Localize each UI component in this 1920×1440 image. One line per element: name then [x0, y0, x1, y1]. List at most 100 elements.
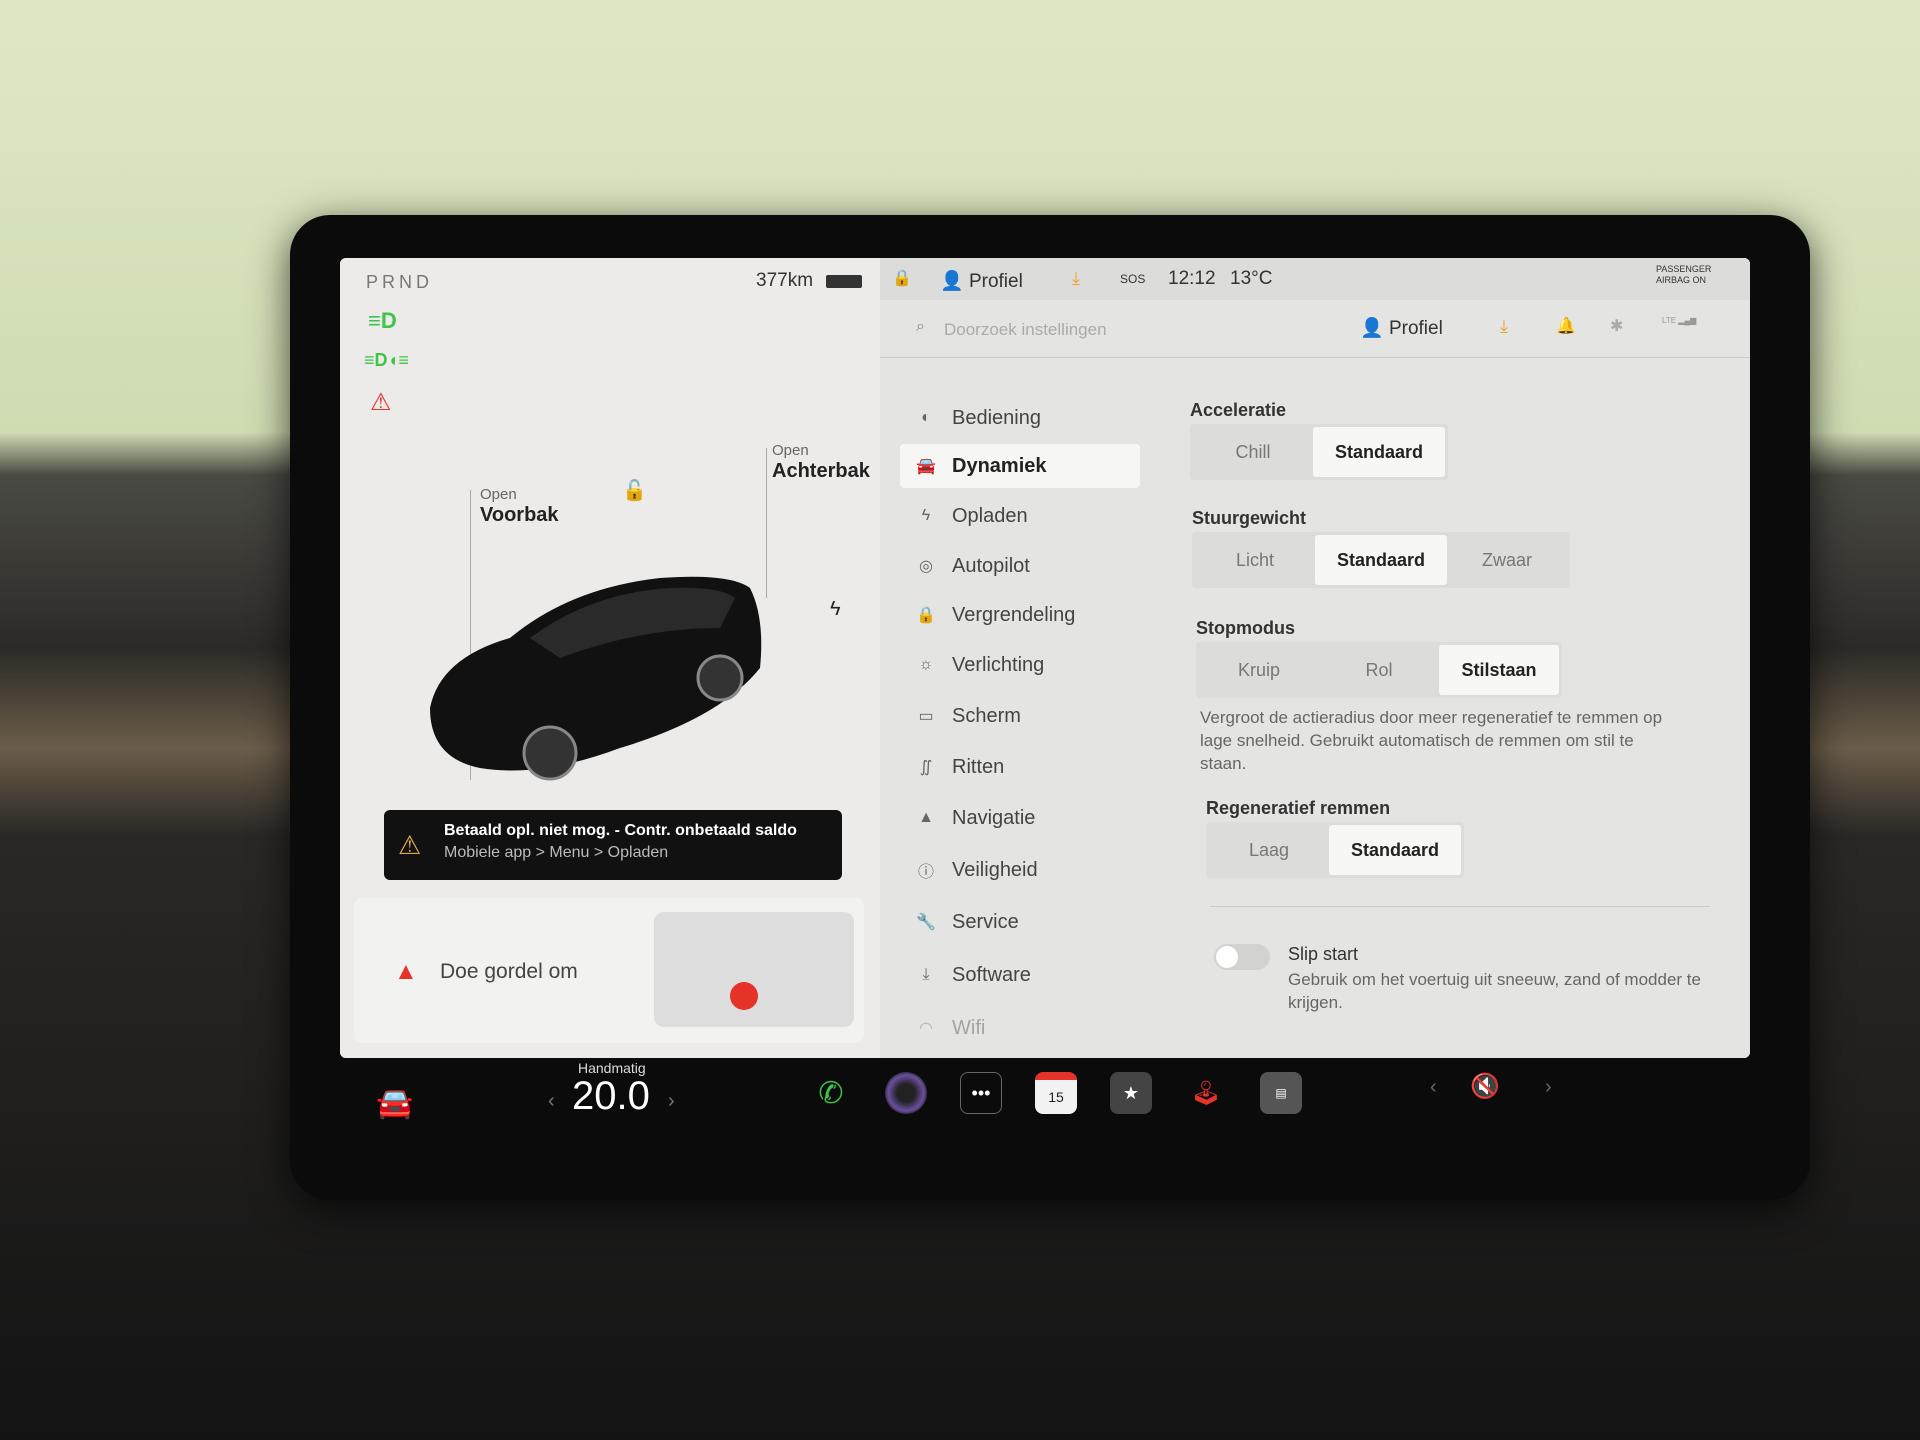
bell-icon[interactable]: 🔔: [1556, 316, 1576, 336]
sidebar-item-ritten[interactable]: ∬ Ritten: [900, 745, 1140, 789]
sidebar-item-navigatie[interactable]: ▲ Navigatie: [900, 796, 1140, 840]
more-apps-icon[interactable]: •••: [960, 1072, 1002, 1114]
sidebar-label: Dynamiek: [952, 454, 1047, 477]
settings-header: ⌕ Doorzoek instellingen 👤 Profiel ⤓ 🔔 ✱ …: [880, 300, 1750, 358]
sidebar-item-veiligheid[interactable]: ⓘ Veiligheid: [900, 848, 1140, 892]
sidebar-item-software[interactable]: ⤓ Software: [900, 953, 1140, 997]
airbag-line-1: PASSENGER: [1656, 264, 1712, 274]
slip-start-description: Gebruik om het voertuig uit sneeuw, zand…: [1288, 970, 1701, 1012]
volume-prev-button[interactable]: ‹: [1430, 1076, 1437, 1099]
header-profile-label: Profiel: [1388, 318, 1443, 339]
cabin-temperature[interactable]: 20.0: [572, 1074, 650, 1119]
sun-icon: ☼: [918, 656, 934, 673]
safety-icon: ⓘ: [917, 864, 934, 881]
toybox-icon[interactable]: ★: [1110, 1072, 1152, 1114]
gear-indicator: PRND: [366, 272, 434, 292]
slip-start-label: Slip start: [1288, 944, 1359, 964]
regen-option-standaard[interactable]: Standaard: [1329, 825, 1462, 875]
trunk-button[interactable]: Achterbak: [772, 460, 870, 483]
steering-title: Stuurgewicht: [1192, 508, 1307, 528]
trips-icon: ∬: [919, 759, 933, 776]
sidebar-label: Bediening: [952, 406, 1041, 429]
steering-option-licht[interactable]: Licht: [1195, 535, 1315, 585]
steering-option-standaard[interactable]: Standaard: [1315, 535, 1448, 585]
stop-mode-description: Vergroot de actieradius door meer regene…: [1200, 708, 1663, 773]
seatbelt-card: ▲ Doe gordel om: [354, 898, 864, 1043]
acceleration-selector: Chill Standaard: [1190, 424, 1449, 480]
alert-triangle-icon: ▲: [394, 958, 418, 985]
stop-mode-option-rol[interactable]: Rol: [1319, 645, 1439, 695]
sidebar-label: Software: [952, 963, 1031, 986]
dashcam-viewer-icon[interactable]: ▤: [1260, 1072, 1302, 1114]
search-icon: ⌕: [916, 318, 925, 335]
sidebar-item-scherm[interactable]: ▭ Scherm: [900, 694, 1140, 738]
lte-label: LTE: [1662, 316, 1677, 325]
airbag-line-2: AIRBAG ON: [1656, 275, 1707, 285]
regen-option-laag[interactable]: Laag: [1209, 825, 1329, 875]
settings-panel: 🔒 👤 Profiel ⤓ SOS 12:12 13°C PASSENGER AI…: [880, 258, 1750, 1058]
slip-start-toggle[interactable]: [1214, 944, 1270, 970]
seatbelt-text: Doe gordel om: [440, 960, 578, 983]
wrench-icon: 🔧: [916, 914, 936, 931]
divider: [1210, 906, 1710, 907]
volume-muted-icon[interactable]: 🔇: [1470, 1072, 1500, 1101]
alert-subtitle: Mobiele app > Menu > Opladen: [444, 844, 669, 861]
sidebar-item-vergrendeling[interactable]: 🔒 Vergrendeling: [900, 593, 1140, 637]
volume-next-button[interactable]: ›: [1545, 1076, 1552, 1099]
sidebar-label: Verlichting: [952, 653, 1045, 676]
download-icon[interactable]: ⤓: [1500, 316, 1508, 337]
frunk-button[interactable]: Voorbak: [480, 504, 559, 527]
sidebar-item-opladen[interactable]: ϟ Opladen: [900, 494, 1140, 538]
lock-status-icon[interactable]: 🔒: [892, 268, 912, 288]
toggle-knob: [1216, 946, 1238, 968]
sidebar-label: Wifi: [952, 1016, 986, 1039]
trunk-state[interactable]: Open: [772, 442, 809, 459]
low-beam-icon: ≡D: [368, 308, 397, 333]
car-button-icon[interactable]: 🚘: [376, 1086, 413, 1121]
clock: 12:12: [1168, 268, 1216, 289]
bluetooth-icon[interactable]: ✱: [1610, 316, 1623, 336]
charging-alert[interactable]: ⚠ Betaald opl. niet mog. - Contr. onbeta…: [384, 810, 842, 880]
sidebar-item-bediening[interactable]: ◐ Bediening: [900, 396, 1140, 440]
steering-selector: Licht Standaard Zwaar: [1192, 532, 1571, 588]
acceleration-option-chill[interactable]: Chill: [1193, 427, 1313, 477]
camera-icon[interactable]: [885, 1072, 927, 1114]
search-input[interactable]: Doorzoek instellingen: [944, 320, 1107, 340]
sidebar-item-verlichting[interactable]: ☼ Verlichting: [900, 643, 1140, 687]
sidebar-item-autopilot[interactable]: ◎ Autopilot: [900, 544, 1140, 588]
sidebar-label: Ritten: [952, 755, 1005, 778]
regen-selector: Laag Standaard: [1206, 822, 1465, 878]
lte-signal-icon: LTE ▂▄▆: [1662, 316, 1697, 325]
car-panel: PRND 377km ≡D ≡D◖≡ ⚠ Open Voorbak Open A…: [340, 258, 880, 1058]
update-download-icon[interactable]: ⤓: [1072, 268, 1080, 289]
sidebar-item-service[interactable]: 🔧 Service: [900, 900, 1140, 944]
steering-option-zwaar[interactable]: Zwaar: [1447, 535, 1567, 585]
sidebar-item-wifi[interactable]: ◠ Wifi: [900, 1006, 1140, 1050]
download-icon: ⤓: [922, 966, 930, 983]
bolt-icon: ϟ: [921, 507, 931, 524]
temp-up-button[interactable]: ›: [668, 1090, 675, 1113]
header-profile-button[interactable]: 👤 Profiel: [1360, 316, 1443, 340]
taskbar: 🚘 ‹ Handmatig 20.0 › ✆ ••• 15 ★ 🕹 ▤ ‹ 🔇 …: [330, 1060, 1770, 1150]
temperature: 13°C: [1230, 268, 1273, 289]
sidebar-item-dynamiek[interactable]: 🚘 Dynamiek: [900, 444, 1140, 488]
frunk-state[interactable]: Open: [480, 486, 517, 503]
unlock-icon[interactable]: 🔓: [622, 478, 647, 503]
warning-icon: ⚠: [398, 830, 422, 860]
profile-status[interactable]: 👤 Profiel: [940, 269, 1023, 293]
stop-mode-option-stilstaan[interactable]: Stilstaan: [1439, 645, 1559, 695]
sidebar-label: Veiligheid: [952, 858, 1038, 881]
seatbelt-warning-icon: ⚠: [370, 389, 392, 416]
phone-icon[interactable]: ✆: [810, 1072, 852, 1114]
display-icon: ▭: [918, 708, 934, 725]
stop-mode-option-kruip[interactable]: Kruip: [1199, 645, 1319, 695]
alert-title: Betaald opl. niet mog. - Contr. onbetaal…: [444, 822, 797, 839]
arcade-joystick-icon[interactable]: 🕹: [1185, 1072, 1227, 1114]
profile-label: Profiel: [968, 271, 1023, 292]
temp-down-button[interactable]: ‹: [548, 1090, 555, 1113]
acceleration-option-standaard[interactable]: Standaard: [1313, 427, 1446, 477]
sos-button[interactable]: SOS: [1120, 272, 1145, 286]
navigation-icon: ▲: [918, 809, 934, 826]
calendar-icon[interactable]: 15: [1035, 1072, 1077, 1114]
regen-title: Regeneratief remmen: [1206, 798, 1391, 818]
